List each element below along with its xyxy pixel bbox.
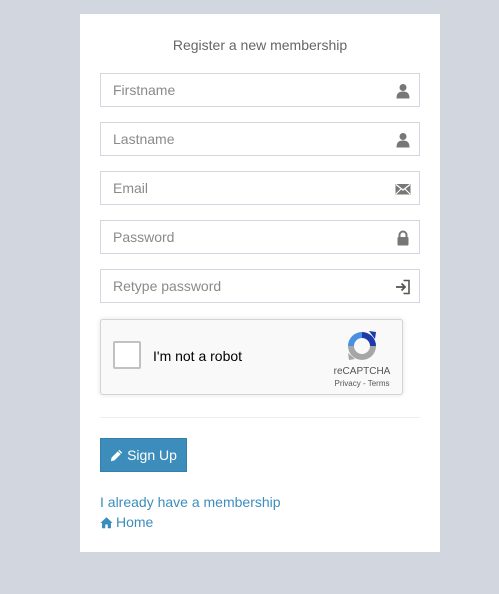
lastname-field[interactable] <box>100 122 420 156</box>
home-link[interactable]: Home <box>100 514 153 530</box>
home-icon <box>100 516 113 528</box>
firstname-field[interactable] <box>100 73 420 107</box>
user-icon <box>396 133 410 148</box>
lock-icon <box>397 230 409 246</box>
pencil-icon <box>110 449 123 461</box>
email-input[interactable] <box>101 172 381 204</box>
lastname-input[interactable] <box>101 123 381 155</box>
recaptcha-widget: I'm not a robot reCAPTCHA Privacy - Term… <box>100 319 403 395</box>
sign-up-label: Sign Up <box>127 447 177 463</box>
retype-password-field[interactable] <box>100 269 420 303</box>
firstname-input[interactable] <box>101 74 381 106</box>
recaptcha-label: I'm not a robot <box>153 348 243 364</box>
password-input[interactable] <box>101 221 381 253</box>
login-icon <box>396 279 410 295</box>
membership-link[interactable]: I already have a membership <box>100 494 281 510</box>
envelope-icon <box>395 183 411 195</box>
home-link-label: Home <box>116 514 154 530</box>
email-field[interactable] <box>100 171 420 205</box>
page-title: Register a new membership <box>172 37 348 53</box>
recaptcha-brand: reCAPTCHA <box>333 366 391 377</box>
recaptcha-logo-icon <box>348 331 376 360</box>
user-icon <box>396 84 410 99</box>
recaptcha-checkbox[interactable] <box>113 341 141 369</box>
retype-password-input[interactable] <box>101 270 381 302</box>
password-field[interactable] <box>100 220 420 254</box>
divider <box>100 417 420 418</box>
register-box: Register a new membership Firstname Last… <box>80 14 440 552</box>
recaptcha-privacy-terms[interactable]: Privacy - Terms <box>321 379 403 388</box>
sign-up-button[interactable]: Sign Up <box>100 438 187 472</box>
